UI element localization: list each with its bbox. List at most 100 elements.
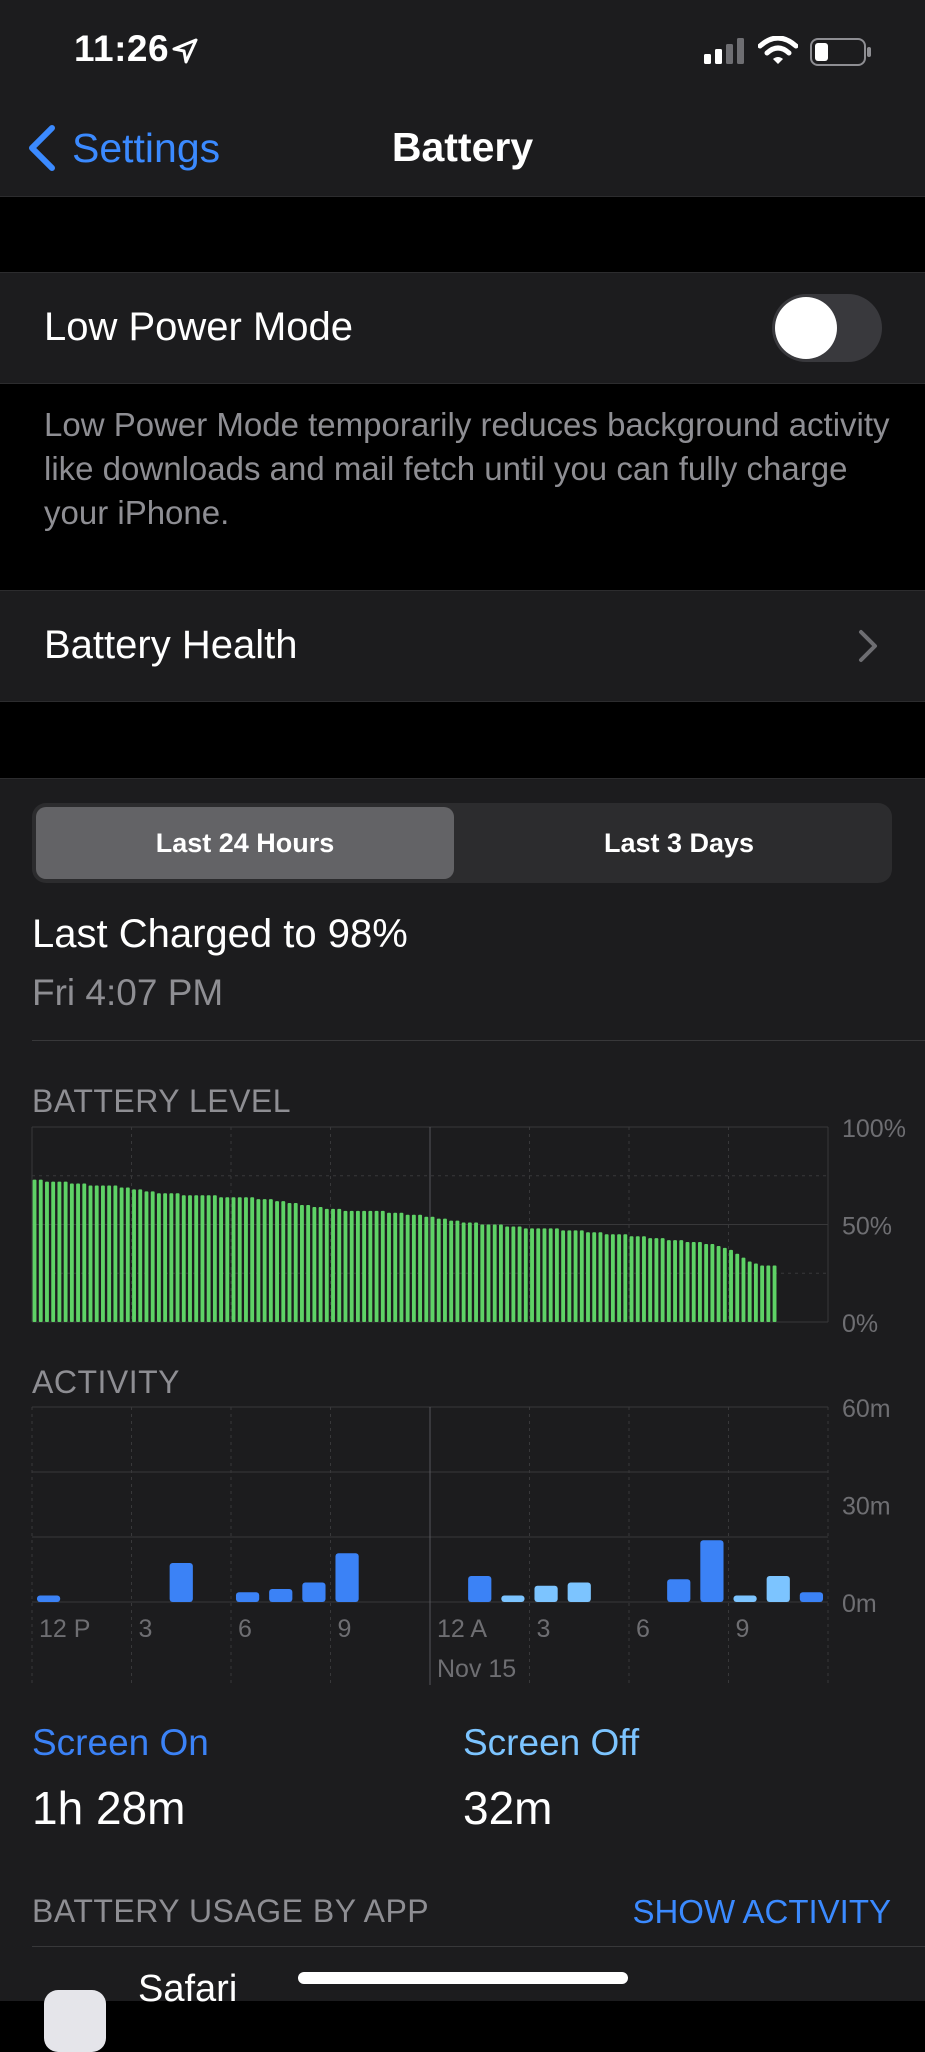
- time-range-segmented-control: Last 24 Hours Last 3 Days: [32, 803, 892, 883]
- activity-chart: 60m 30m 0m 12 P 3 6 9 12 A 3 6 9 Nov 15: [31, 1395, 891, 1685]
- battery-level-bar: [455, 1220, 460, 1322]
- y-tick-label: 0%: [842, 1310, 878, 1338]
- battery-level-bar: [262, 1199, 267, 1322]
- battery-level-bar: [430, 1216, 435, 1322]
- battery-level-bar: [219, 1197, 224, 1322]
- home-indicator: [298, 1972, 628, 1984]
- battery-level-bar: [411, 1214, 416, 1322]
- battery-level-bar: [76, 1183, 80, 1322]
- battery-level-bar: [561, 1230, 566, 1322]
- battery-level-bar: [293, 1203, 298, 1322]
- low-power-mode-description: Low Power Mode temporarily reduces backg…: [44, 406, 890, 531]
- y-tick-label: 60m: [842, 1395, 891, 1423]
- battery-level-bar: [362, 1210, 367, 1322]
- navigation-bar: Settings Battery: [0, 100, 925, 197]
- battery-level-bar: [729, 1249, 733, 1322]
- toggle-knob: [775, 297, 837, 359]
- battery-level-bar: [275, 1201, 279, 1322]
- battery-icon: [810, 38, 871, 66]
- wifi-icon: [758, 36, 798, 64]
- battery-level-bar: [212, 1195, 217, 1322]
- battery-level-bar: [206, 1195, 211, 1322]
- battery-level-bar: [629, 1236, 634, 1322]
- battery-level-bar: [306, 1205, 311, 1322]
- battery-level-chart: 100% 50% 0%: [31, 1115, 906, 1338]
- battery-level-bar: [399, 1212, 404, 1322]
- y-tick-label: 0m: [842, 1590, 877, 1618]
- battery-level-bar: [181, 1195, 186, 1322]
- battery-level-bar: [741, 1257, 746, 1322]
- battery-level-bar: [387, 1212, 391, 1322]
- battery-level-bar: [231, 1197, 236, 1322]
- battery-level-bar: [380, 1210, 385, 1322]
- battery-level-bar: [343, 1210, 348, 1322]
- battery-health-row[interactable]: Battery Health: [0, 590, 925, 702]
- screen-on-label: Screen On: [32, 1722, 209, 1763]
- last-charged-time: Fri 4:07 PM: [32, 972, 224, 1013]
- battery-level-bar: [691, 1242, 696, 1322]
- screen-off-bar: [733, 1595, 757, 1602]
- battery-level-bar: [635, 1236, 640, 1322]
- battery-level-bar: [169, 1193, 174, 1322]
- low-power-mode-toggle[interactable]: [772, 294, 882, 362]
- location-arrow-icon: [172, 38, 198, 64]
- screen-off-bar: [766, 1576, 790, 1602]
- battery-level-bar: [69, 1183, 74, 1322]
- page-title: Battery: [391, 124, 534, 170]
- status-bar: 11:26: [0, 0, 925, 100]
- divider: [32, 1040, 925, 1041]
- show-activity-link[interactable]: SHOW ACTIVITY: [632, 1893, 891, 1931]
- tab-last-24-hours[interactable]: Last 24 Hours: [36, 807, 454, 879]
- screen-on-bar: [468, 1576, 492, 1602]
- battery-level-bar: [536, 1228, 541, 1322]
- battery-level-bar: [150, 1191, 155, 1322]
- low-power-mode-label: Low Power Mode: [44, 305, 354, 349]
- battery-level-bar: [567, 1230, 572, 1322]
- tab-last-3-days[interactable]: Last 3 Days: [470, 807, 888, 879]
- battery-level-bar: [337, 1208, 342, 1322]
- battery-level-bar: [523, 1228, 528, 1322]
- battery-level-bar: [368, 1210, 373, 1322]
- battery-level-bar: [287, 1203, 292, 1322]
- battery-level-bar: [225, 1197, 230, 1322]
- screen-on-bar: [667, 1579, 691, 1602]
- battery-level-bar: [355, 1210, 360, 1322]
- battery-level-bar: [281, 1201, 286, 1322]
- battery-level-bar: [604, 1234, 609, 1322]
- last-charged-title: Last Charged to 98%: [32, 912, 408, 956]
- x-tick-label: 3: [537, 1615, 551, 1643]
- battery-level-bar: [474, 1222, 478, 1322]
- battery-level-bar: [486, 1224, 491, 1322]
- battery-level-bar: [393, 1212, 398, 1322]
- screen-on-bar: [235, 1592, 260, 1602]
- battery-level-bar: [188, 1195, 192, 1322]
- battery-level-bar: [716, 1245, 721, 1322]
- screen-off-value: 32m: [463, 1782, 553, 1834]
- screen-on-value: 1h 28m: [32, 1782, 186, 1834]
- safari-icon[interactable]: [44, 1990, 106, 2052]
- battery-level-bar: [666, 1240, 671, 1322]
- app-name-safari[interactable]: Safari: [138, 1968, 237, 2011]
- battery-level-bar: [244, 1197, 248, 1322]
- screen-on-bar: [269, 1589, 293, 1602]
- battery-level-bar: [82, 1183, 87, 1322]
- battery-level-bar: [138, 1189, 143, 1322]
- battery-level-bar: [101, 1185, 105, 1322]
- battery-level-bar: [592, 1232, 597, 1322]
- battery-level-bar: [648, 1238, 653, 1322]
- battery-level-bar: [722, 1247, 727, 1322]
- battery-level-bar: [766, 1265, 771, 1322]
- battery-level-bar: [710, 1244, 715, 1322]
- battery-level-bar: [436, 1218, 441, 1322]
- battery-level-bar: [300, 1205, 304, 1322]
- battery-level-bar: [579, 1230, 584, 1322]
- battery-level-bar: [237, 1197, 242, 1322]
- screen-on-bar: [700, 1540, 724, 1602]
- battery-level-bar: [88, 1185, 93, 1322]
- battery-level-bar: [548, 1228, 553, 1322]
- battery-level-bar: [331, 1208, 335, 1322]
- battery-level-bar: [772, 1265, 777, 1322]
- battery-level-bar: [175, 1193, 180, 1322]
- battery-level-bar: [57, 1181, 62, 1322]
- battery-level-bar: [256, 1199, 261, 1322]
